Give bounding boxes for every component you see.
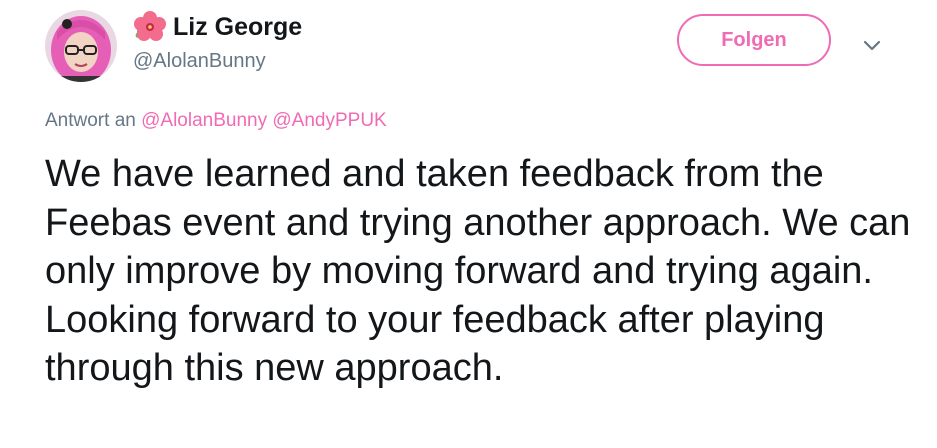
- author-name-row: Liz George: [133, 10, 302, 44]
- reply-mention-andyppuk[interactable]: @AndyPPUK: [272, 110, 386, 131]
- author-handle[interactable]: @AlolanBunny: [133, 50, 266, 73]
- follow-button[interactable]: Folgen: [677, 14, 831, 66]
- avatar-photo-icon: [45, 10, 117, 82]
- tweet-text: We have learned and taken feedback from …: [45, 153, 911, 389]
- author-display-name[interactable]: Liz George: [173, 13, 302, 42]
- reply-prefix: Antwort an: [45, 110, 136, 131]
- reply-context: Antwort an @AlolanBunny @AndyPPUK: [45, 110, 387, 132]
- avatar[interactable]: [45, 10, 117, 82]
- reply-mention-alolanbunny[interactable]: @AlolanBunny: [141, 110, 267, 131]
- chevron-down-icon[interactable]: [860, 33, 884, 57]
- tweet-card: Liz George @AlolanBunny Folgen Antwort a…: [0, 0, 937, 448]
- hibiscus-icon: [134, 11, 166, 41]
